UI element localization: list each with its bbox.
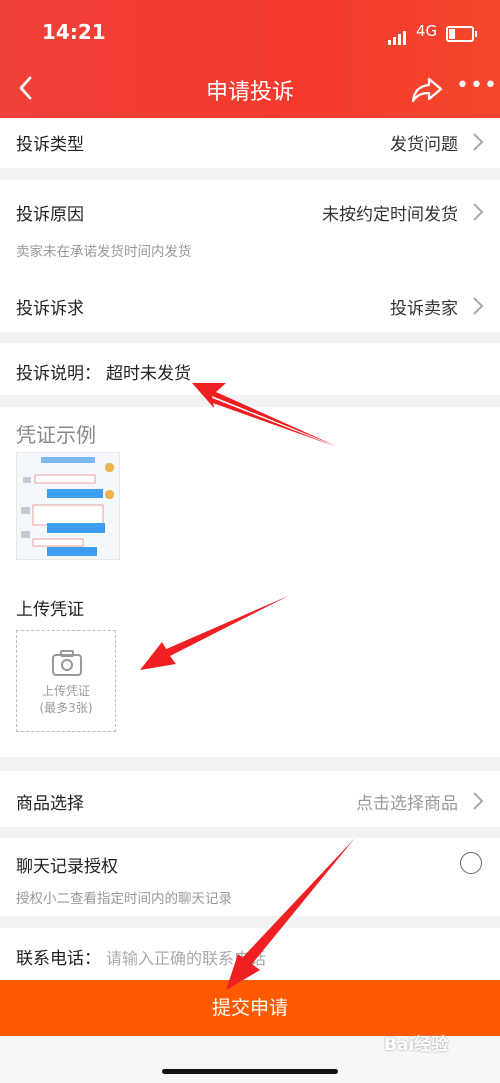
- upload-hint-line2: (最多3张): [39, 701, 93, 715]
- more-icon[interactable]: •••: [456, 75, 497, 100]
- signal-icon: [388, 26, 408, 45]
- complaint-description-row[interactable]: 投诉说明： 超时未发货: [0, 343, 500, 395]
- chat-authorization-note: 授权小二查看指定时间内的聊天记录: [16, 891, 232, 907]
- camera-icon: [52, 650, 82, 676]
- contact-phone-input[interactable]: 请输入正确的联系电话: [106, 945, 266, 969]
- upload-hint: 上传凭证 (最多3张): [17, 683, 115, 717]
- status-bar: 14:21 4G: [0, 18, 500, 48]
- upload-evidence-button[interactable]: 上传凭证 (最多3张): [16, 630, 116, 732]
- chevron-right-icon: [473, 297, 484, 315]
- submit-button[interactable]: 提交申请: [0, 980, 500, 1036]
- watermark: Bai经验: [384, 1035, 449, 1055]
- complaint-description-value[interactable]: 超时未发货: [106, 359, 191, 384]
- product-select-row[interactable]: 商品选择 点击选择商品: [0, 771, 500, 827]
- chevron-right-icon: [473, 792, 484, 810]
- complaint-type-value: 发货问题: [390, 135, 458, 155]
- complaint-demand-value: 投诉卖家: [390, 299, 458, 319]
- contact-phone-label: 联系电话：: [16, 949, 101, 969]
- app-header: 14:21 4G 申请投诉 •••: [0, 0, 500, 118]
- reason-demand-card: 投诉原因 未按约定时间发货 卖家未在承诺发货时间内发货 投诉诉求 投诉卖家: [0, 180, 500, 332]
- chat-authorization-label: 聊天记录授权: [16, 857, 118, 877]
- contact-phone-row: 联系电话： 请输入正确的联系电话: [0, 928, 500, 980]
- complaint-type-label: 投诉类型: [16, 135, 84, 155]
- chat-screenshot-thumbnail: [17, 453, 119, 559]
- complaint-description-label: 投诉说明：: [16, 364, 101, 384]
- complaint-reason-value: 未按约定时间发货: [322, 205, 458, 225]
- nav-bar: 申请投诉 •••: [0, 62, 500, 114]
- complaint-demand-row[interactable]: 投诉诉求 投诉卖家: [0, 280, 500, 332]
- upload-hint-line1: 上传凭证: [41, 684, 90, 698]
- chat-authorization-row[interactable]: 聊天记录授权 授权小二查看指定时间内的聊天记录: [0, 838, 500, 916]
- evidence-example-image[interactable]: [16, 452, 120, 560]
- chevron-right-icon: [473, 133, 484, 151]
- complaint-type-row[interactable]: 投诉类型 发货问题: [0, 118, 500, 168]
- status-time: 14:21: [42, 20, 106, 44]
- complaint-reason-note: 卖家未在承诺发货时间内发货: [16, 244, 192, 260]
- product-select-placeholder: 点击选择商品: [356, 794, 458, 814]
- network-type: 4G: [416, 22, 438, 40]
- complaint-reason-label: 投诉原因: [16, 205, 84, 225]
- share-icon[interactable]: [410, 74, 444, 104]
- complaint-reason-row[interactable]: 投诉原因 未按约定时间发货 卖家未在承诺发货时间内发货: [0, 180, 500, 280]
- chevron-right-icon: [473, 203, 484, 221]
- complaint-demand-label: 投诉诉求: [16, 299, 84, 319]
- battery-icon: [446, 26, 477, 42]
- evidence-example-title: 凭证示例: [16, 423, 96, 447]
- home-indicator: [162, 1069, 338, 1074]
- chat-authorization-radio[interactable]: [460, 852, 482, 874]
- product-select-label: 商品选择: [16, 794, 84, 814]
- upload-evidence-title: 上传凭证: [16, 600, 84, 620]
